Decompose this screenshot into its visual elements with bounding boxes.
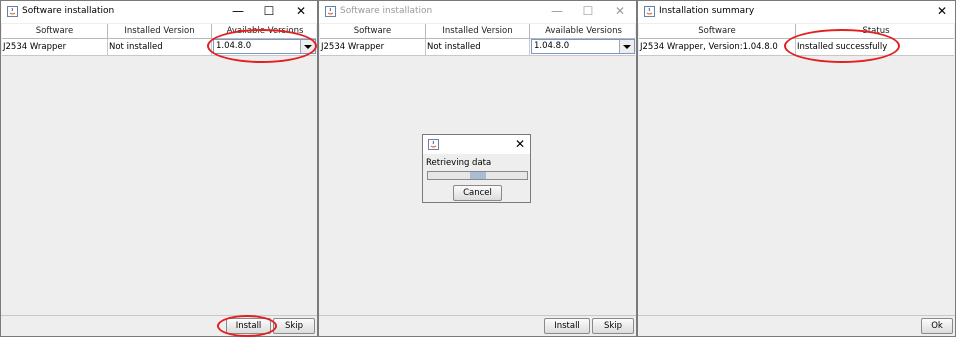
column-installed-version[interactable]: Installed Version: [426, 24, 530, 38]
skip-button[interactable]: Skip: [592, 318, 634, 334]
dropdown-button[interactable]: [619, 40, 634, 53]
progress-bar: [427, 171, 528, 180]
skip-button[interactable]: Skip: [273, 318, 315, 334]
column-software[interactable]: Software: [639, 24, 796, 38]
status-cell[interactable]: Installed successfully: [796, 39, 956, 55]
software-cell[interactable]: J2534 Wrapper: [320, 39, 426, 55]
chevron-down-icon: [304, 45, 312, 49]
version-dropdown-value: 1.04.8.0: [534, 41, 570, 51]
button-bar: Ok: [638, 315, 955, 336]
title-bar[interactable]: Software installation — ☐ ✕: [319, 1, 636, 23]
window-title: Software installation: [340, 6, 433, 16]
column-software[interactable]: Software: [320, 24, 426, 38]
column-software[interactable]: Software: [2, 24, 108, 38]
column-available-versions[interactable]: Available Versions: [212, 24, 318, 38]
installed-version-cell[interactable]: Not installed: [426, 39, 530, 55]
java-app-icon: [325, 6, 336, 17]
software-installation-window: Software installation — ☐ ✕ Software Ins…: [0, 0, 318, 337]
close-button[interactable]: ✕: [931, 3, 953, 20]
software-cell[interactable]: J2534 Wrapper: [2, 39, 108, 55]
dialog-close-button[interactable]: ✕: [509, 136, 531, 153]
chevron-down-icon: [623, 45, 631, 49]
column-status[interactable]: Status: [796, 24, 956, 38]
progress-bar-fill: [470, 172, 486, 179]
title-bar[interactable]: Software installation — ☐ ✕: [1, 1, 317, 23]
version-dropdown-value: 1.04.8.0: [216, 41, 252, 51]
close-button[interactable]: ✕: [609, 3, 631, 20]
table-row[interactable]: J2534 Wrapper, Version:1.04.8.0 Installe…: [639, 39, 954, 56]
column-installed-version[interactable]: Installed Version: [108, 24, 212, 38]
version-dropdown[interactable]: 1.04.8.0: [213, 39, 316, 54]
table-header: Software Status: [639, 24, 954, 39]
progress-dialog: ✕ Retrieving data Cancel: [422, 134, 531, 203]
installed-version-cell[interactable]: Not installed: [108, 39, 212, 55]
window-title: Software installation: [22, 6, 115, 16]
dialog-message: Retrieving data: [426, 158, 492, 168]
dialog-title-bar[interactable]: ✕: [423, 135, 530, 154]
software-installation-window-inactive: Software installation — ☐ ✕ Software Ins…: [318, 0, 637, 337]
maximize-button[interactable]: ☐: [577, 3, 599, 20]
button-bar: Install Skip: [1, 315, 317, 336]
maximize-button[interactable]: ☐: [258, 3, 280, 20]
title-bar[interactable]: Installation summary ✕: [638, 1, 955, 23]
java-app-icon: [644, 6, 655, 17]
window-title: Installation summary: [659, 6, 755, 16]
java-app-icon: [428, 139, 439, 150]
install-button[interactable]: Install: [226, 318, 271, 334]
button-bar: Install Skip: [319, 315, 636, 336]
column-available-versions[interactable]: Available Versions: [530, 24, 637, 38]
java-app-icon: [7, 6, 18, 17]
minimize-button[interactable]: —: [227, 3, 249, 20]
dropdown-button[interactable]: [300, 40, 315, 53]
close-button[interactable]: ✕: [290, 3, 312, 20]
installation-summary-window: Installation summary ✕ Software Status J…: [637, 0, 956, 337]
table-header: Software Installed Version Available Ver…: [2, 24, 316, 39]
table-header: Software Installed Version Available Ver…: [320, 24, 635, 39]
table-row[interactable]: J2534 Wrapper Not installed 1.04.8.0: [2, 39, 316, 56]
ok-button[interactable]: Ok: [921, 318, 953, 334]
table-row[interactable]: J2534 Wrapper Not installed 1.04.8.0: [320, 39, 635, 56]
minimize-button[interactable]: —: [546, 3, 568, 20]
install-button[interactable]: Install: [544, 318, 590, 334]
cancel-button[interactable]: Cancel: [453, 185, 502, 201]
software-cell[interactable]: J2534 Wrapper, Version:1.04.8.0: [639, 39, 796, 55]
version-dropdown[interactable]: 1.04.8.0: [531, 39, 635, 54]
